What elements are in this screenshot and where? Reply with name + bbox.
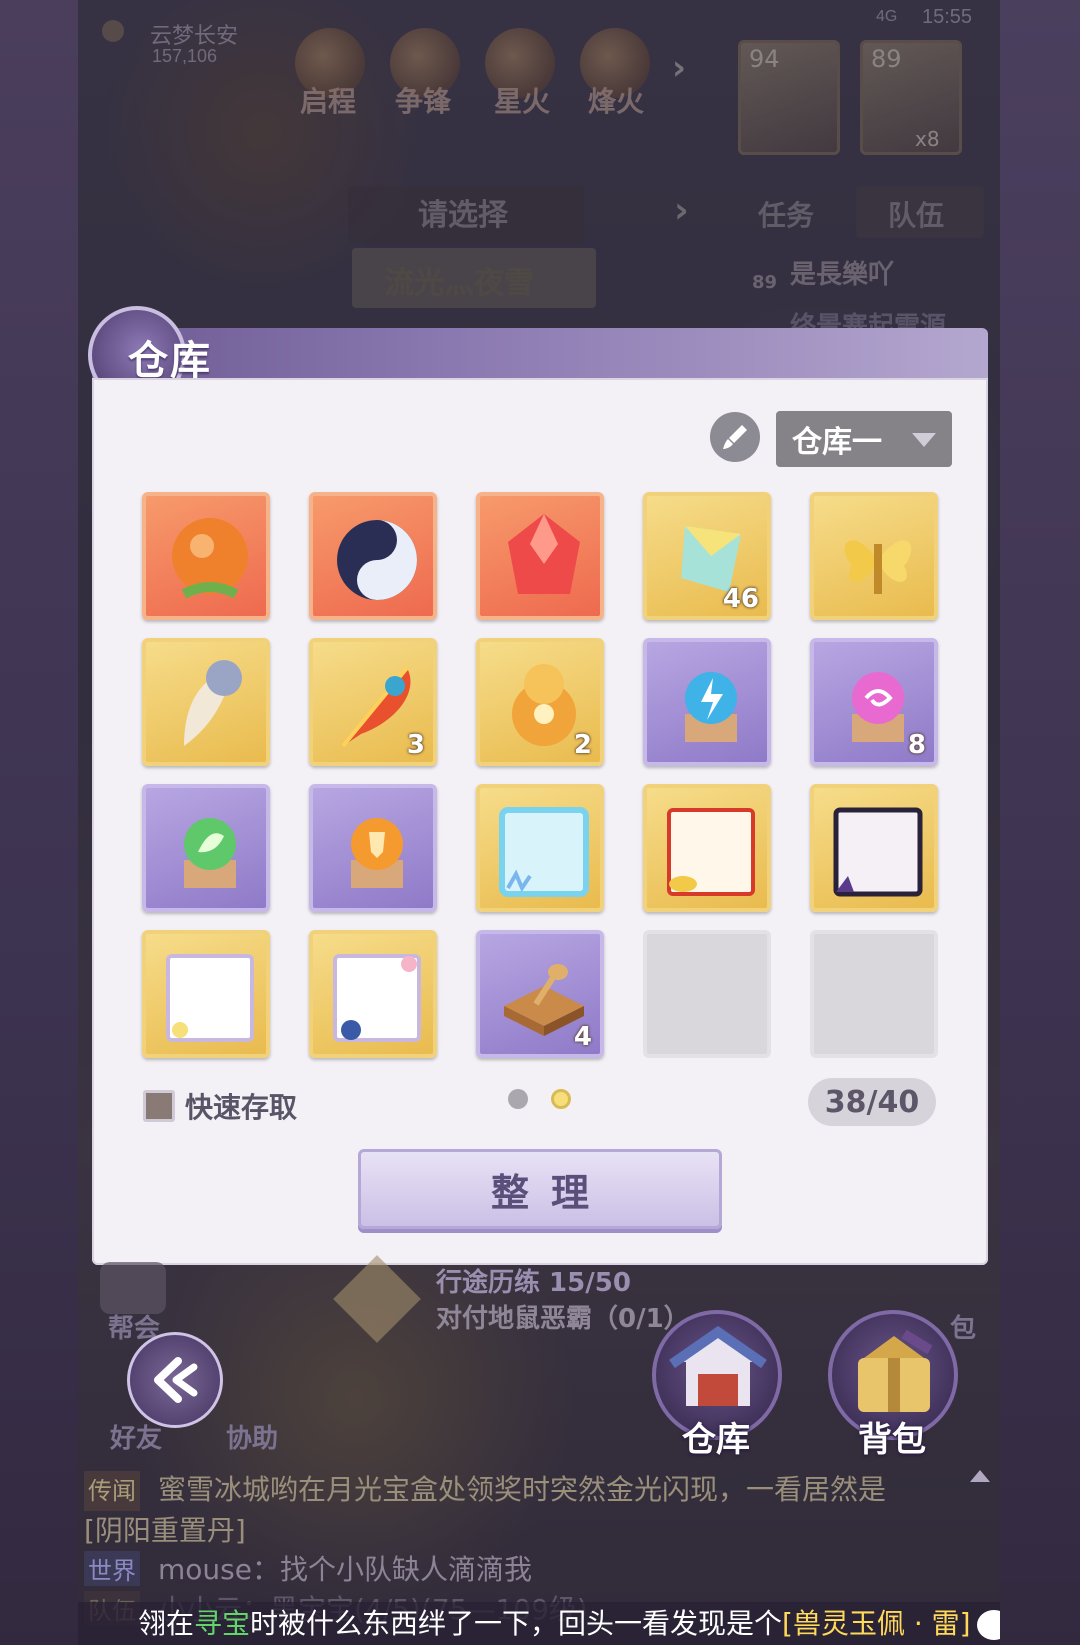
- item-slot[interactable]: [142, 930, 270, 1058]
- capacity-badge: 38/40: [808, 1078, 936, 1126]
- item-slot[interactable]: 4: [476, 930, 604, 1058]
- quick-access-toggle[interactable]: 快速存取: [143, 1086, 297, 1126]
- quick-access-label: 快速存取: [185, 1091, 298, 1124]
- bag-button-label[interactable]: 背包: [858, 1412, 926, 1461]
- quest-objective[interactable]: 对付地鼠恶霸（0/1）: [436, 1298, 690, 1335]
- item-slot[interactable]: 2: [476, 638, 604, 766]
- item-slot[interactable]: 8: [810, 638, 938, 766]
- announcement-ticker: 翎在寻宝时被什么东西绊了一下，回头一看发现是个[兽灵玉佩 · 雷]: [78, 1602, 1000, 1645]
- warehouse-selector-label: 仓库一: [792, 425, 882, 460]
- back-arrow-icon: [154, 1357, 198, 1403]
- assist-label[interactable]: 协助: [226, 1418, 278, 1455]
- house-icon: [669, 1326, 767, 1406]
- warehouse-button-label[interactable]: 仓库: [682, 1412, 750, 1461]
- warehouse-selector[interactable]: 仓库一: [776, 411, 952, 467]
- guild-icon[interactable]: [100, 1262, 166, 1314]
- chat-text: mouse：找个小队缺人滴滴我: [158, 1553, 532, 1586]
- yin-yang-stone-icon: [337, 520, 417, 600]
- chevron-down-icon: [912, 433, 936, 447]
- item-slot[interactable]: 3: [309, 638, 437, 766]
- item-slot[interactable]: 46: [643, 492, 771, 620]
- page-dot-active[interactable]: [551, 1089, 571, 1109]
- page-dot[interactable]: [508, 1089, 528, 1109]
- chat-text: 蜜雪冰城哟在月光宝盒处领奖时突然金光闪现，一看居然是[阴阳重置丹]: [84, 1473, 887, 1547]
- empty-item-slot[interactable]: [643, 930, 771, 1058]
- chevron-up-icon[interactable]: [970, 1470, 990, 1482]
- item-slot[interactable]: [142, 784, 270, 912]
- emoji-icon: [976, 1610, 1000, 1640]
- item-count: 46: [722, 584, 759, 614]
- bag-side-label: 包: [950, 1314, 977, 1344]
- gold-coin-frame-icon: [667, 808, 755, 896]
- quest-progress[interactable]: 行途历练 15/50: [436, 1262, 631, 1299]
- right-backdrop: [1000, 0, 1080, 1645]
- ticker-place: 寻宝: [194, 1607, 251, 1640]
- item-count: 2: [573, 730, 592, 760]
- chat-line[interactable]: 传闻 蜜雪冰城哟在月光宝盒处领奖时突然金光闪现，一看居然是[阴阳重置丹]: [84, 1470, 924, 1551]
- item-count: 3: [406, 730, 425, 760]
- item-slot[interactable]: [810, 784, 938, 912]
- bird-frame-icon: [333, 954, 421, 1042]
- quick-access-checkbox[interactable]: [143, 1090, 175, 1122]
- item-slot[interactable]: [810, 492, 938, 620]
- lightning-orb-icon: [685, 672, 737, 742]
- item-slot[interactable]: [309, 930, 437, 1058]
- item-slot[interactable]: [476, 784, 604, 912]
- paintbrush-icon[interactable]: [710, 412, 760, 462]
- red-crystal-icon: [508, 514, 580, 594]
- friends-label[interactable]: 好友: [110, 1418, 162, 1455]
- left-backdrop: [0, 0, 78, 1645]
- golden-butterfly-icon: [844, 540, 912, 594]
- item-slot[interactable]: [476, 492, 604, 620]
- chat-line[interactable]: 世界 mouse：找个小队缺人滴滴我: [84, 1548, 532, 1588]
- ticker-middle: 时被什么东西绊了一下，回头一看发现是个: [250, 1607, 783, 1640]
- item-slot[interactable]: [643, 638, 771, 766]
- chat-channel: 世界: [84, 1551, 140, 1586]
- orange-shield-orb-icon: [351, 818, 403, 888]
- ticker-item: [兽灵玉佩 · 雷]: [782, 1607, 971, 1640]
- chat-channel: 传闻: [84, 1471, 140, 1511]
- item-count: 4: [573, 1022, 592, 1052]
- orange-fox-orb-icon: [172, 518, 248, 599]
- cloud-fang-icon: [184, 660, 242, 746]
- gift-bag-icon: [858, 1329, 933, 1412]
- flower-frame-icon: [166, 954, 254, 1042]
- ice-frame-icon: [499, 807, 589, 897]
- dark-bow-frame-icon: [833, 807, 923, 897]
- item-count: 8: [907, 730, 926, 760]
- item-slot[interactable]: [643, 784, 771, 912]
- item-slot[interactable]: [142, 492, 270, 620]
- item-slot[interactable]: [142, 638, 270, 766]
- item-slot[interactable]: [309, 492, 437, 620]
- empty-item-slot[interactable]: [810, 930, 938, 1058]
- ticker-prefix: 翎在: [138, 1607, 195, 1640]
- sort-button[interactable]: 整理: [358, 1149, 722, 1229]
- item-slot[interactable]: [309, 784, 437, 912]
- green-leaf-orb-icon: [184, 818, 236, 888]
- back-button[interactable]: [127, 1332, 223, 1428]
